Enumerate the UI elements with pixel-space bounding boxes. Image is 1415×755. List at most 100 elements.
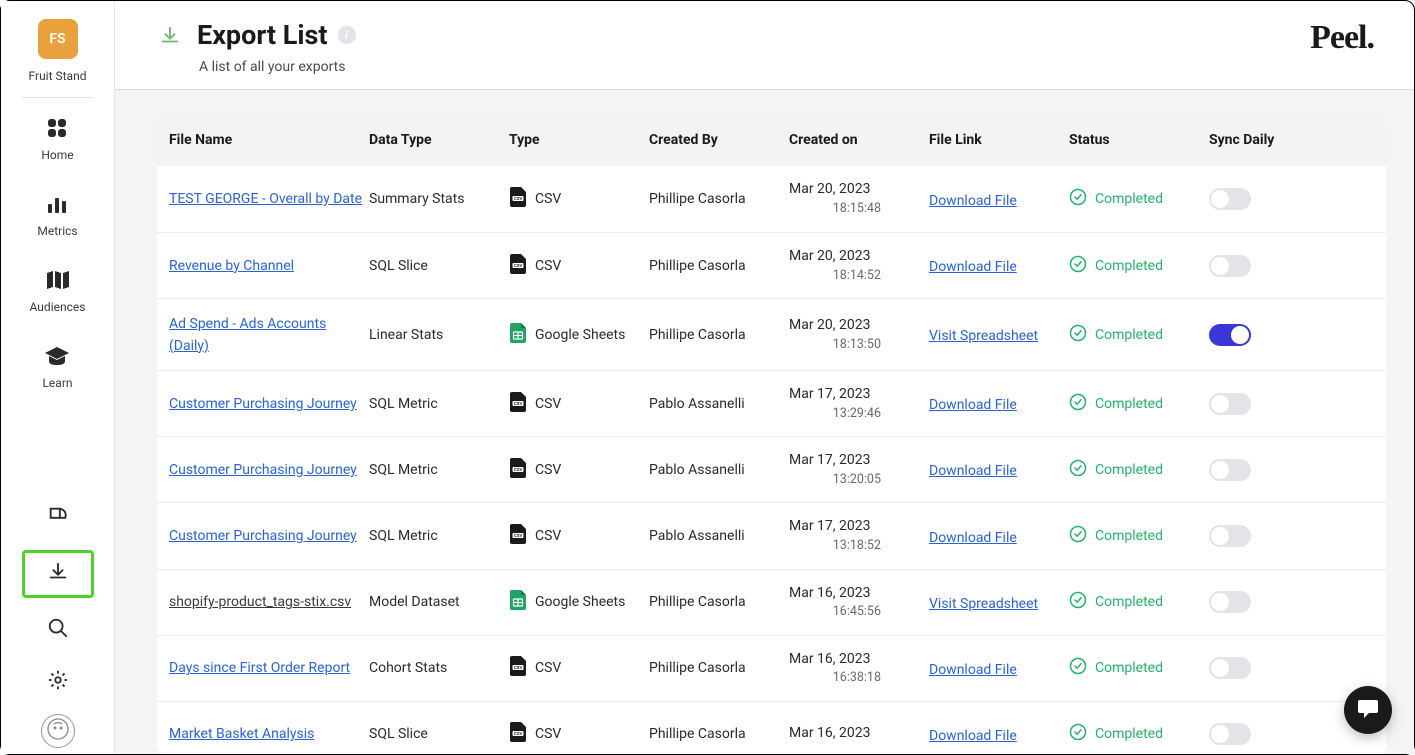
csv-file-icon: CSV bbox=[509, 392, 527, 416]
sync-daily-toggle[interactable] bbox=[1209, 525, 1251, 547]
created-time: 13:20:05 bbox=[789, 471, 929, 489]
created-on-cell: Mar 17, 202313:20:05 bbox=[789, 451, 929, 488]
created-time: 16:38:18 bbox=[789, 669, 929, 687]
data-type-cell: SQL Metric bbox=[369, 528, 509, 544]
nav-audiences-label: Audiences bbox=[30, 300, 86, 314]
status-cell: Completed bbox=[1069, 525, 1209, 547]
created-on-cell: Mar 16, 2023 bbox=[789, 724, 929, 744]
created-by-cell: Pablo Assanelli bbox=[649, 396, 789, 412]
download-file-link[interactable]: Download File bbox=[929, 728, 1017, 744]
settings-button[interactable] bbox=[38, 662, 78, 702]
sync-daily-toggle[interactable] bbox=[1209, 393, 1251, 415]
status-cell: Completed bbox=[1069, 324, 1209, 346]
page-subtitle: A list of all your exports bbox=[199, 59, 356, 75]
table-row: Market Basket AnalysisSQL SliceCSVCSVPhi… bbox=[157, 701, 1386, 754]
nav-metrics[interactable]: Metrics bbox=[37, 192, 77, 238]
visit-spreadsheet-link[interactable]: Visit Spreadsheet bbox=[929, 328, 1038, 344]
chat-icon bbox=[1356, 696, 1380, 724]
created-time: 13:18:52 bbox=[789, 537, 929, 555]
created-on-cell: Mar 20, 202318:13:50 bbox=[789, 316, 929, 353]
status-label: Completed bbox=[1095, 258, 1163, 274]
created-by-cell: Phillipe Casorla bbox=[649, 594, 789, 610]
status-label: Completed bbox=[1095, 660, 1163, 676]
download-file-link[interactable]: Download File bbox=[929, 259, 1017, 275]
download-file-link[interactable]: Download File bbox=[929, 530, 1017, 546]
avatar[interactable] bbox=[41, 714, 75, 748]
status-label: Completed bbox=[1095, 327, 1163, 343]
created-by-cell: Pablo Assanelli bbox=[649, 528, 789, 544]
check-circle-icon bbox=[1069, 591, 1087, 613]
check-circle-icon bbox=[1069, 324, 1087, 346]
created-date: Mar 20, 2023 bbox=[789, 248, 871, 264]
status-cell: Completed bbox=[1069, 459, 1209, 481]
visit-spreadsheet-link[interactable]: Visit Spreadsheet bbox=[929, 596, 1038, 612]
nav-metrics-label: Metrics bbox=[37, 224, 77, 238]
file-name-link[interactable]: TEST GEORGE - Overall by Date bbox=[169, 191, 362, 207]
created-date: Mar 20, 2023 bbox=[789, 181, 871, 197]
check-circle-icon bbox=[1069, 393, 1087, 415]
sync-daily-toggle[interactable] bbox=[1209, 723, 1251, 745]
type-cell: CSVCSV bbox=[509, 524, 649, 548]
th-created-by: Created By bbox=[649, 132, 789, 148]
created-on-cell: Mar 20, 202318:14:52 bbox=[789, 247, 929, 284]
type-label: CSV bbox=[535, 258, 561, 274]
sidebar-divider bbox=[22, 97, 94, 98]
created-on-cell: Mar 16, 202316:45:56 bbox=[789, 584, 929, 621]
check-circle-icon bbox=[1069, 459, 1087, 481]
sync-daily-toggle[interactable] bbox=[1209, 657, 1251, 679]
sidebar: FS Fruit Stand Home Metrics Audiences Le bbox=[1, 1, 115, 754]
sync-daily-toggle[interactable] bbox=[1209, 591, 1251, 613]
created-by-cell: Pablo Assanelli bbox=[649, 462, 789, 478]
table-row: Customer Purchasing Journey SQL MetricCSV… bbox=[157, 502, 1386, 568]
download-file-link[interactable]: Download File bbox=[929, 463, 1017, 479]
nav-learn[interactable]: Learn bbox=[42, 344, 72, 390]
download-file-link[interactable]: Download File bbox=[929, 662, 1017, 678]
file-name-link[interactable]: Customer Purchasing Journey bbox=[169, 528, 357, 544]
created-on-cell: Mar 17, 202313:29:46 bbox=[789, 385, 929, 422]
org-badge[interactable]: FS bbox=[38, 19, 78, 59]
search-icon bbox=[47, 617, 69, 643]
file-name-link[interactable]: Market Basket Analysis bbox=[169, 726, 314, 742]
type-label: CSV bbox=[535, 191, 561, 207]
download-file-link[interactable]: Download File bbox=[929, 193, 1017, 209]
file-name-link[interactable]: Revenue by Channel bbox=[169, 258, 294, 274]
type-cell: CSVCSV bbox=[509, 458, 649, 482]
table-row: Revenue by ChannelSQL SliceCSVCSVPhillip… bbox=[157, 232, 1386, 298]
type-label: Google Sheets bbox=[535, 327, 625, 343]
search-button[interactable] bbox=[38, 610, 78, 650]
table-row: Customer Purchasing JourneySQL MetricCSV… bbox=[157, 370, 1386, 436]
csv-file-icon: CSV bbox=[509, 458, 527, 482]
data-type-cell: SQL Metric bbox=[369, 462, 509, 478]
sync-daily-toggle[interactable] bbox=[1209, 188, 1251, 210]
chat-widget[interactable] bbox=[1344, 686, 1392, 734]
file-name-link[interactable]: Ad Spend - Ads Accounts (Daily) bbox=[169, 316, 326, 354]
th-type: Type bbox=[509, 132, 649, 148]
table-row: Days since First Order ReportCohort Stat… bbox=[157, 635, 1386, 701]
check-circle-icon bbox=[1069, 188, 1087, 210]
nav-learn-label: Learn bbox=[42, 376, 72, 390]
download-file-link[interactable]: Download File bbox=[929, 397, 1017, 413]
th-file-name: File Name bbox=[169, 132, 369, 148]
file-name-link[interactable]: Customer Purchasing Journey bbox=[169, 462, 357, 478]
status-cell: Completed bbox=[1069, 591, 1209, 613]
svg-text:CSV: CSV bbox=[514, 665, 523, 670]
sync-daily-toggle[interactable] bbox=[1209, 255, 1251, 277]
created-time: 18:15:48 bbox=[789, 200, 929, 218]
palette-button[interactable] bbox=[38, 498, 78, 538]
sync-daily-toggle[interactable] bbox=[1209, 324, 1251, 346]
page-header: Export List i A list of all your exports… bbox=[115, 1, 1414, 90]
nav-home[interactable]: Home bbox=[41, 116, 73, 162]
check-circle-icon bbox=[1069, 723, 1087, 745]
file-name-link[interactable]: Customer Purchasing Journey bbox=[169, 396, 357, 412]
sync-daily-toggle[interactable] bbox=[1209, 459, 1251, 481]
type-label: CSV bbox=[535, 726, 561, 742]
exports-button[interactable] bbox=[22, 550, 94, 598]
info-icon[interactable]: i bbox=[338, 26, 356, 44]
table-row: TEST GEORGE - Overall by DateSummary Sta… bbox=[157, 166, 1386, 232]
nav-audiences[interactable]: Audiences bbox=[30, 268, 86, 314]
status-cell: Completed bbox=[1069, 393, 1209, 415]
file-name-link[interactable]: shopify-product_tags-stix.csv bbox=[169, 594, 351, 610]
file-name-link[interactable]: Days since First Order Report bbox=[169, 660, 350, 676]
status-label: Completed bbox=[1095, 191, 1163, 207]
created-date: Mar 16, 2023 bbox=[789, 725, 871, 741]
